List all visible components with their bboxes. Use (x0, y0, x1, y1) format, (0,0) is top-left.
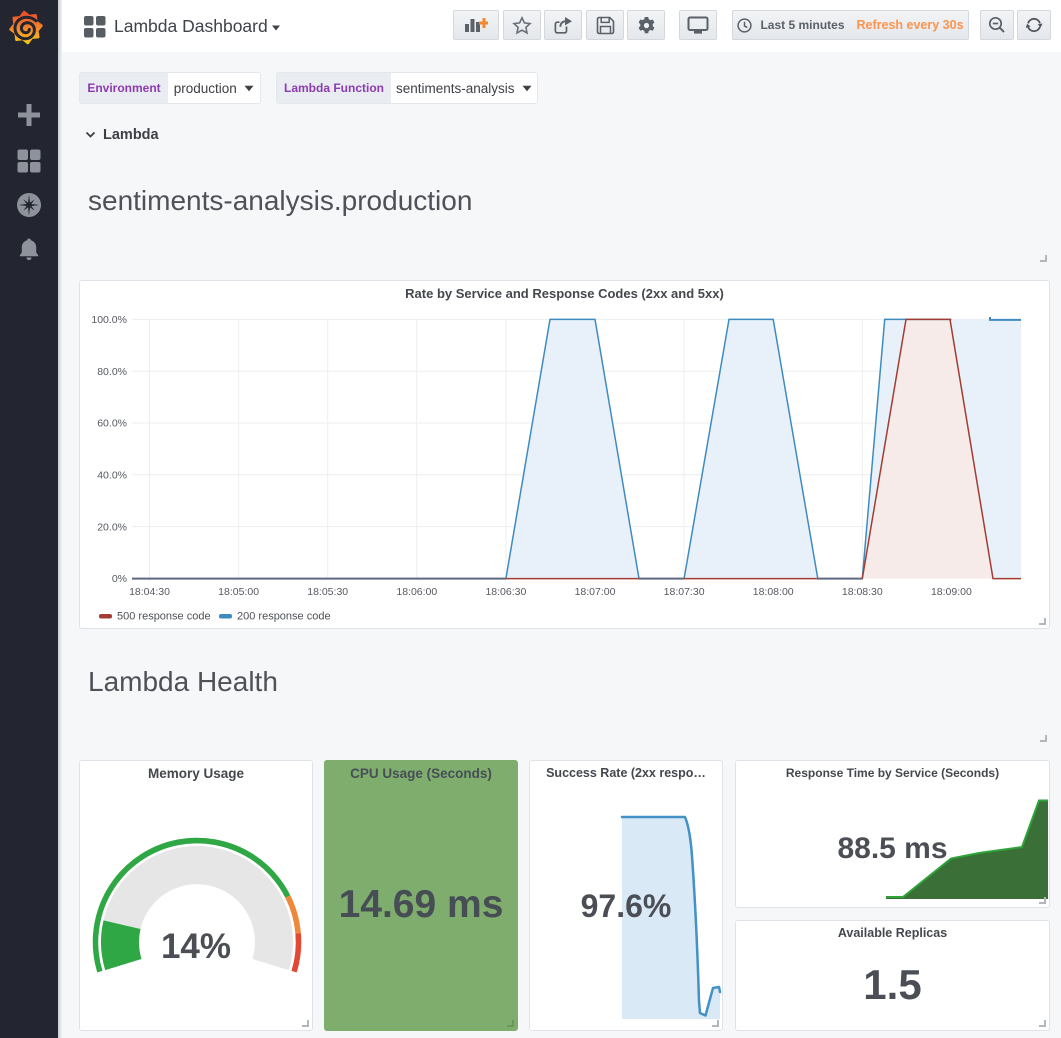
svg-text:0%: 0% (112, 573, 127, 585)
svg-text:200 response code: 200 response code (237, 611, 331, 623)
svg-text:80.0%: 80.0% (97, 366, 127, 378)
svg-text:20.0%: 20.0% (97, 522, 127, 534)
svg-text:18:09:00: 18:09:00 (931, 586, 972, 598)
svg-text:18:05:00: 18:05:00 (218, 586, 259, 598)
svg-text:18:06:00: 18:06:00 (396, 586, 437, 598)
svg-text:18:07:30: 18:07:30 (664, 586, 705, 598)
svg-text:18:05:30: 18:05:30 (307, 586, 348, 598)
svg-text:60.0%: 60.0% (97, 418, 127, 430)
svg-text:40.0%: 40.0% (97, 470, 127, 482)
svg-text:18:08:00: 18:08:00 (753, 586, 794, 598)
svg-text:18:07:00: 18:07:00 (575, 586, 616, 598)
svg-text:18:08:30: 18:08:30 (842, 586, 883, 598)
svg-text:18:04:30: 18:04:30 (129, 586, 170, 598)
svg-text:18:06:30: 18:06:30 (485, 586, 526, 598)
svg-text:100.0%: 100.0% (91, 314, 127, 326)
svg-text:500 response code: 500 response code (117, 611, 211, 623)
